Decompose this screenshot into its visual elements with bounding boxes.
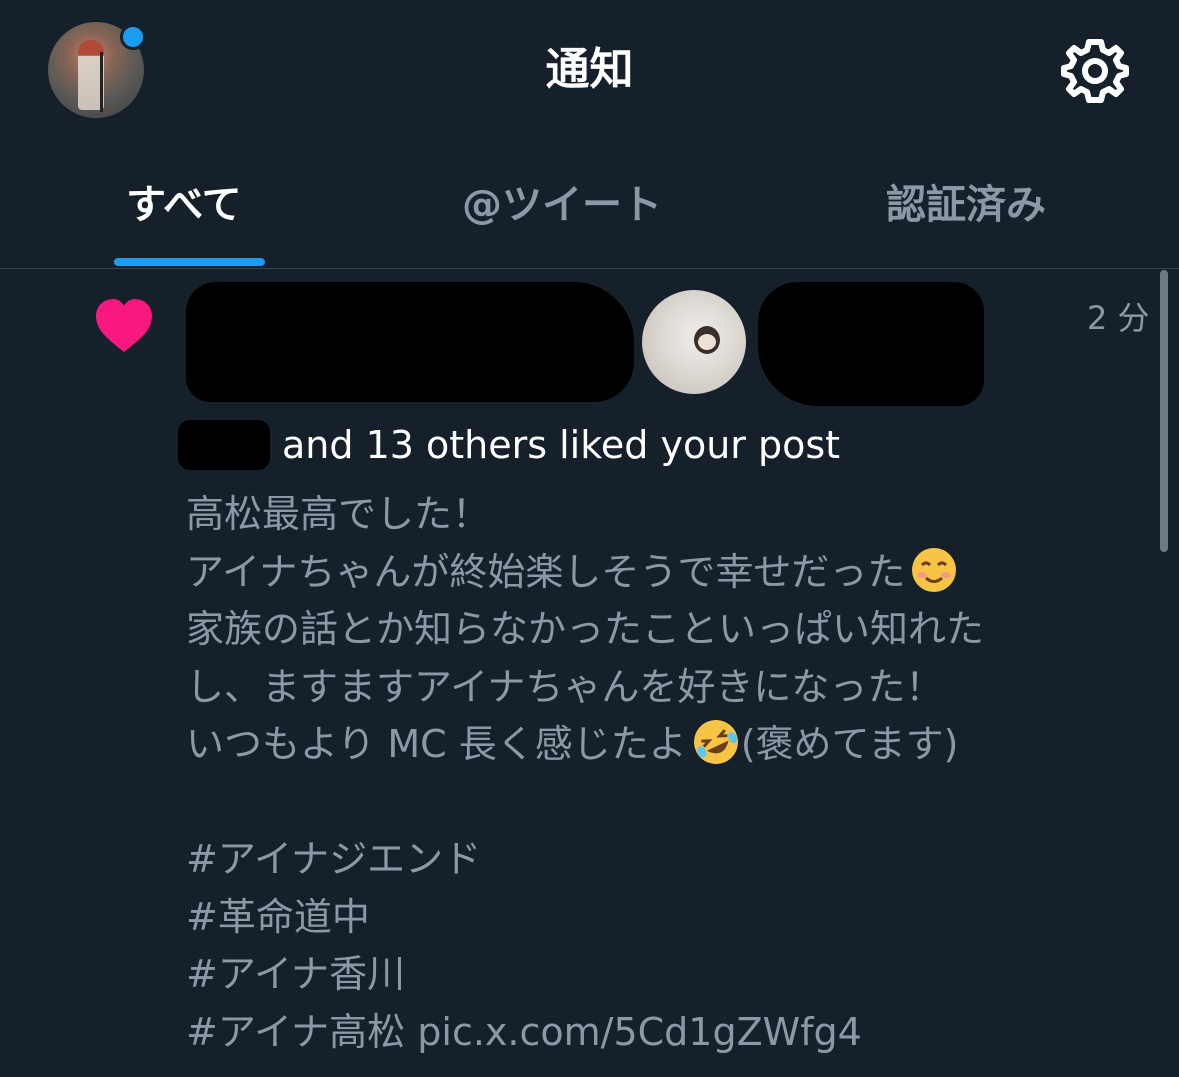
post-line-text: いつもより MC 長く感じたよ xyxy=(186,722,687,766)
rolling-laughing-emoji-icon xyxy=(693,720,738,764)
gear-icon[interactable] xyxy=(1060,36,1130,106)
hashtag-line: #アイナ高松 pic.x.com/5Cd1gZWfg4 xyxy=(186,1009,862,1054)
tab-verified[interactable]: 認証済み xyxy=(886,180,1046,230)
notification-item[interactable]: 2 分 and 13 others liked your post 高松最高でし… xyxy=(0,270,1179,1077)
page-title: 通知 xyxy=(545,44,634,95)
post-line: 家族の話とか知らなかったこといっぱい知れた xyxy=(186,607,985,651)
liked-post-preview[interactable]: 高松最高でした！ アイナちゃんが終始楽しそうで幸せだった 家族の話とか知らなかっ… xyxy=(186,486,1146,1061)
notification-timestamp: 2 分 xyxy=(1087,299,1150,337)
smiling-face-emoji-icon xyxy=(912,547,957,592)
redacted-username xyxy=(178,420,270,470)
hashtag-line: #アイナ香川 xyxy=(186,952,406,996)
hashtag-line: #アイナジエンド xyxy=(186,837,482,881)
post-line-text: (褒めてます) xyxy=(740,722,959,766)
top-bar: 通知 xyxy=(0,0,1179,140)
post-line-with-emoji: アイナちゃんが終始楽しそうで幸せだった xyxy=(186,544,1146,602)
tab-all[interactable]: すべて xyxy=(126,180,242,230)
post-line: 高松最高でした！ xyxy=(186,492,491,536)
redacted-avatars-right xyxy=(758,282,984,406)
liker-avatar[interactable] xyxy=(642,290,746,394)
post-line-with-emoji: いつもより MC 長く感じたよ (褒めてます) xyxy=(186,716,1146,774)
tab-mentions[interactable]: @ツイート xyxy=(462,180,662,230)
post-line: し、ますますアイナちゃんを好きになった！ xyxy=(186,664,944,709)
notification-summary: and 13 others liked your post xyxy=(282,423,841,467)
heart-icon xyxy=(96,299,152,352)
redacted-avatars-left xyxy=(186,282,634,402)
notification-tabs: すべて @ツイート 認証済み xyxy=(0,140,1179,269)
post-line-text: アイナちゃんが終始楽しそうで幸せだった xyxy=(186,549,906,594)
hashtag-line: #革命道中 xyxy=(186,894,370,939)
active-tab-indicator xyxy=(114,258,265,266)
liker-avatar-face xyxy=(698,334,716,350)
